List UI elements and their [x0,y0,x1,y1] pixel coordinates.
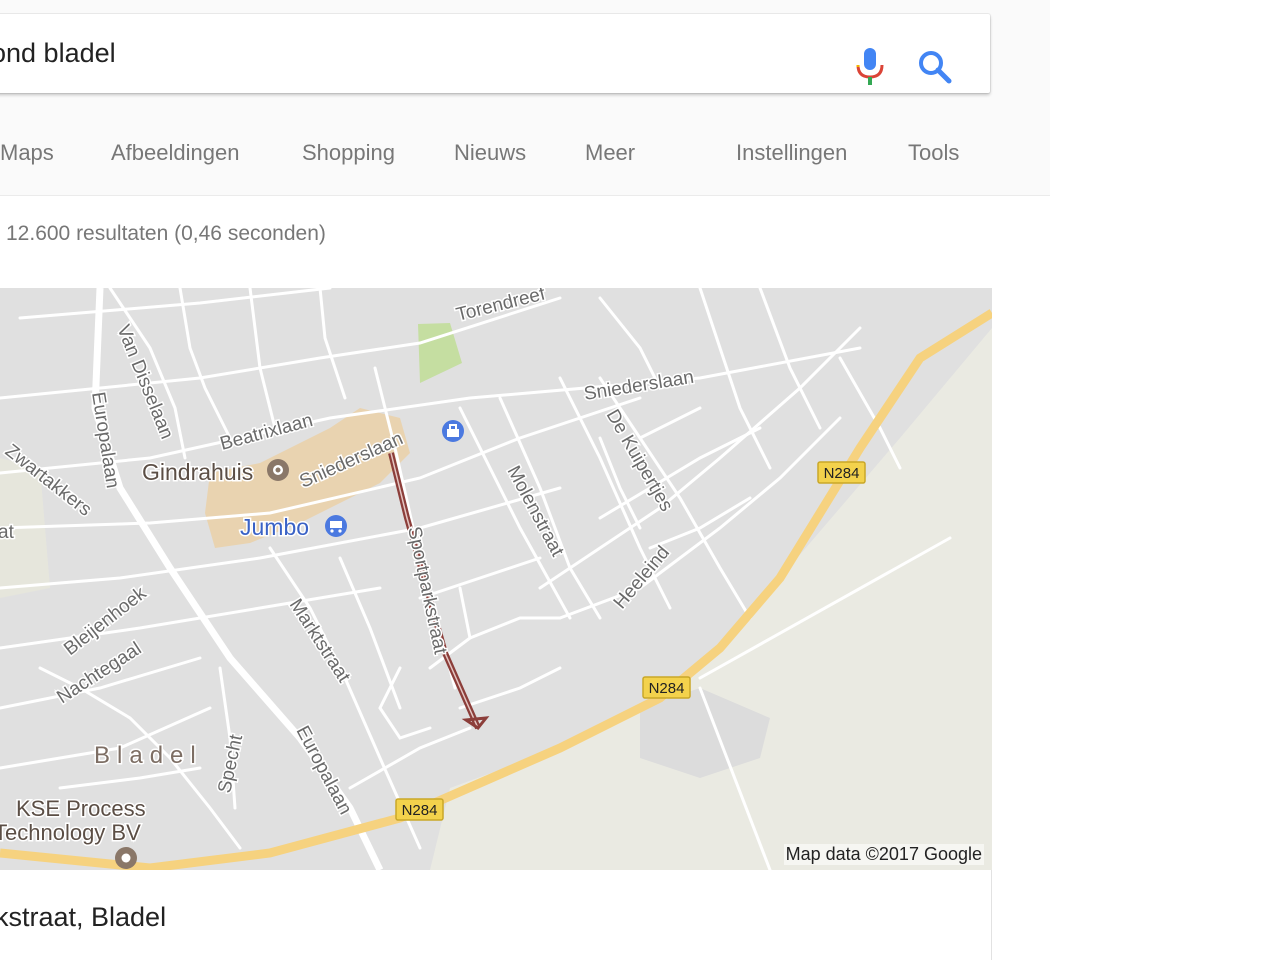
shopping-cart-icon [325,515,347,537]
map[interactable]: Torendreef Van Disselaan Europalaan Beat… [0,288,992,870]
result-stats: 12.600 resultaten (0,46 seconden) [6,222,326,245]
place-label: Technology BV [0,820,141,845]
place-marker-icon [115,847,137,869]
town-label: Bladel [94,742,203,769]
shopping-bag-icon [442,420,464,442]
svg-text:N284: N284 [824,465,860,482]
route-shield: N284 [817,461,866,484]
tab-news[interactable]: Nieuws [454,140,526,166]
tab-tools[interactable]: Tools [908,140,959,166]
search-box[interactable] [0,14,990,93]
street-label: Europalaan [292,722,356,818]
tab-settings[interactable]: Instellingen [736,140,847,166]
mic-icon[interactable] [853,47,887,87]
place-label: Gindrahuis [142,459,253,485]
map-attribution: Map data ©2017 Google [783,844,984,865]
tab-more[interactable]: Meer [585,140,635,166]
result-title[interactable]: rkstraat, Bladel [0,902,166,933]
svg-text:N284: N284 [402,802,438,819]
map-card: Torendreef Van Disselaan Europalaan Beat… [0,288,992,960]
map-canvas: Torendreef Van Disselaan Europalaan Beat… [0,288,992,870]
search-input[interactable] [0,14,820,93]
route-shield: N284 [642,676,691,699]
place-label: KSE Process [16,796,146,821]
place-label: Jumbo [240,514,309,540]
street-label: Torendreef [454,288,548,326]
rural-area [430,328,992,870]
tab-images[interactable]: Afbeeldingen [111,140,239,166]
search-icon[interactable] [918,50,952,84]
street-label: Europalaan [87,390,123,489]
route-shield: N284 [395,798,444,821]
street-label: Marktstraat [285,595,355,687]
tab-maps[interactable]: Maps [0,140,54,166]
street-label: at [0,522,15,543]
landmark-icon [267,459,289,481]
svg-text:N284: N284 [649,680,685,697]
street-label: De Kuipertjes [602,406,677,515]
street-label: Specht [214,732,247,795]
tab-shopping[interactable]: Shopping [302,140,395,166]
